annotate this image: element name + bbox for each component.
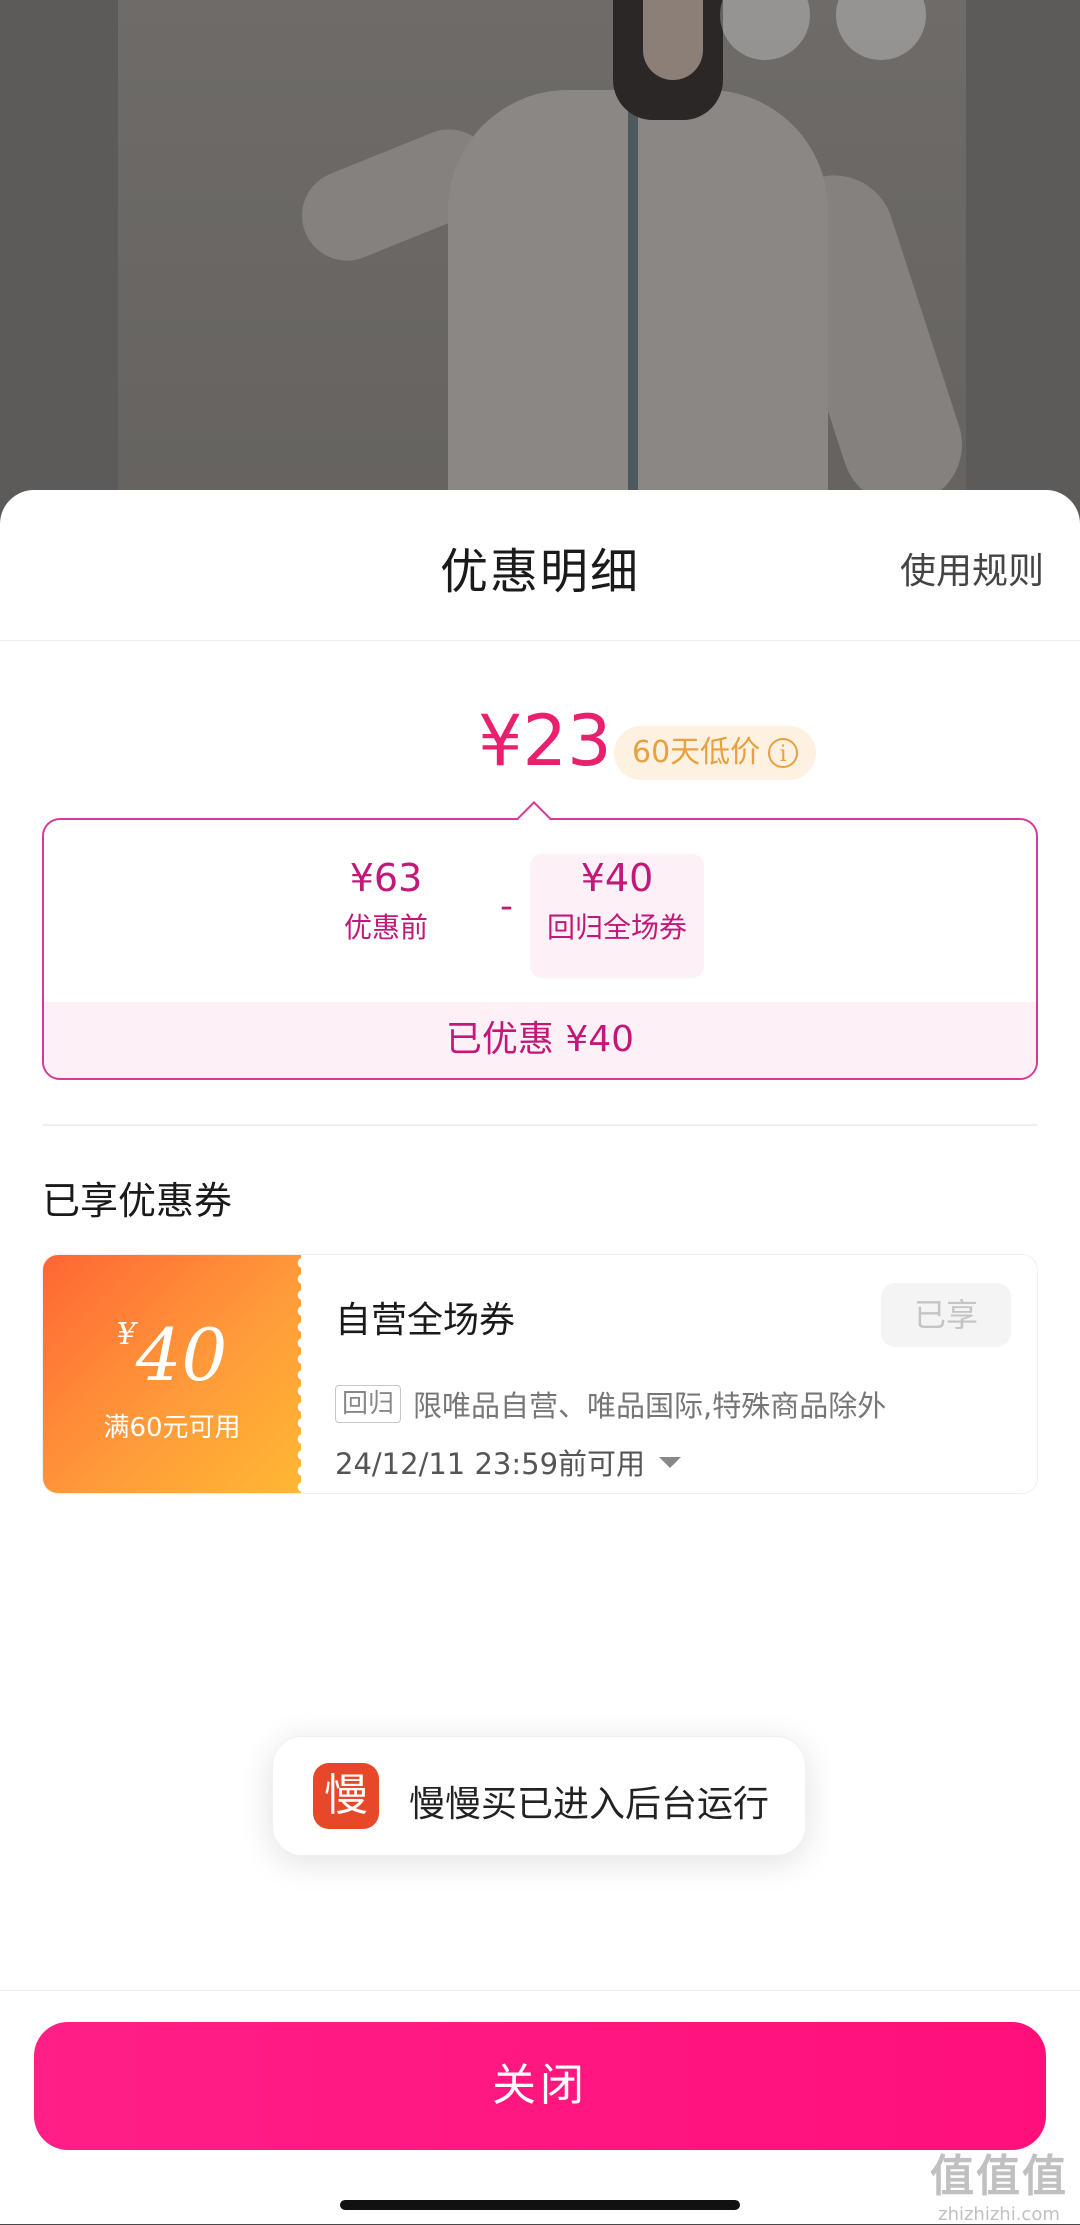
price-calculation-box: ¥63 优惠前 - ¥40 回归全场券 已优惠 ¥40 [42,801,1038,1080]
product-image-backdrop [0,0,1080,540]
coupons-section-title: 已享优惠券 [42,1179,233,1223]
watermark: 值值值 zhizhizhi.com [930,2140,1068,2225]
watermark-url: zhizhizhi.com [938,2204,1060,2225]
coupon-tag: 回归 [335,1385,402,1423]
product-photo [118,0,978,540]
minus-sign: - [500,886,513,927]
original-price-label: 优惠前 [344,911,429,944]
photo-face [643,0,703,80]
coupon-amount-number: 40 [135,1313,228,1397]
coupon-scope-text: 限唯品自营、唯品国际,特殊商品除外 [413,1389,887,1423]
final-price: ¥23 [478,700,612,782]
original-price-block: ¥63 优惠前 [344,856,428,946]
coupon-scope: 回归 限唯品自营、唯品国际,特殊商品除外 [335,1383,886,1425]
sheet-header: 优惠明细 使用规则 [0,490,1080,641]
coupon-name: 自营全场券 [335,1300,516,1341]
coupon-deduction-value: ¥40 [580,856,654,900]
coupon-perforation [293,1255,303,1493]
chevron-down-icon[interactable] [659,1456,682,1468]
photo-jacket [448,90,828,540]
app-logo-icon: 慢 [313,1763,379,1829]
toast-text: 慢慢买已进入后台运行 [409,1784,770,1825]
coupon-card[interactable]: ¥40 满60元可用 自营全场券 已享 回归 限唯品自营、唯品国际,特殊商品除外… [42,1254,1038,1494]
home-indicator[interactable] [340,2200,740,2210]
coupon-deduction-block: ¥40 回归全场券 [530,856,704,946]
photo-zipper [628,110,638,530]
usage-rules-link[interactable]: 使用规则 [900,542,1044,594]
coupon-value-panel: ¥40 满60元可用 [43,1255,301,1493]
footer-divider [0,1990,1080,1991]
background-running-toast: 慢 慢慢买已进入后台运行 [272,1736,806,1856]
coupon-expiry-text: 24/12/11 23:59前可用 [335,1447,646,1481]
coupon-deduction-label: 回归全场券 [546,911,687,944]
info-icon[interactable]: i [768,738,799,768]
coupon-status-button[interactable]: 已享 [881,1283,1011,1347]
original-price: ¥63 [349,856,423,900]
price-row: ¥23 60天低价 i [0,700,1080,800]
divider [42,1124,1038,1126]
watermark-logo: 值值值 [930,2151,1068,2202]
low-price-badge[interactable]: 60天低价 i [614,726,817,780]
low-price-badge-label: 60天低价 [632,735,761,770]
coupon-currency: ¥ [116,1317,136,1352]
total-saved: 已优惠 ¥40 [44,1002,1036,1078]
coupon-condition: 满60元可用 [103,1413,241,1443]
close-button[interactable]: 关闭 [34,2022,1046,2150]
coupon-amount: ¥40 [43,1313,301,1397]
coupon-expiry[interactable]: 24/12/11 23:59前可用 [335,1441,682,1483]
discount-detail-sheet: 优惠明细 使用规则 ¥23 60天低价 i ¥63 优惠前 - ¥40 回归全场… [0,490,1080,2224]
pointer-arrow [517,801,551,835]
